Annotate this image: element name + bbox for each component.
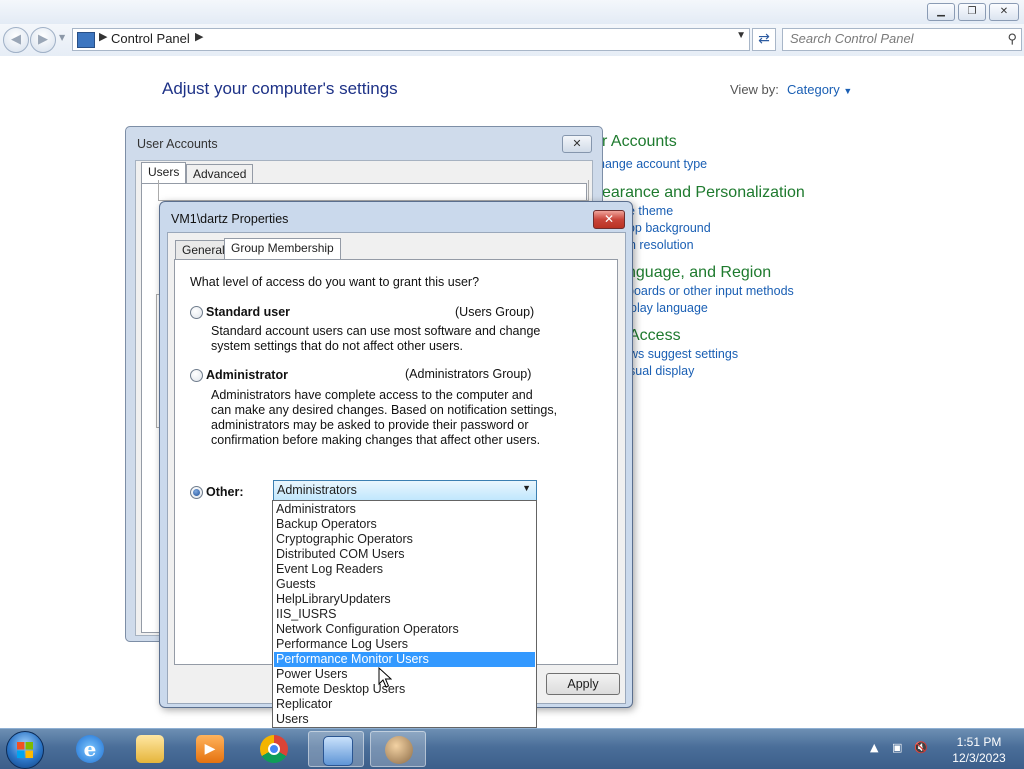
start-button[interactable] (6, 731, 44, 769)
dropdown-option[interactable]: Replicator (274, 697, 535, 712)
category-user-accounts[interactable]: r Accounts (602, 133, 677, 151)
taskbar-file-explorer[interactable] (122, 731, 178, 767)
taskbar: e ▶ ▲ ▣ 🔇 1:51 PM 12/3/2023 (0, 728, 1024, 769)
search-placeholder: Search Control Panel (790, 31, 914, 46)
users-group-label: (Users Group) (455, 305, 535, 319)
chevron-down-icon[interactable]: ▼ (843, 86, 852, 96)
media-player-icon: ▶ (196, 735, 224, 763)
restore-button[interactable]: ❐ (958, 3, 986, 21)
dropdown-option[interactable]: Power Users (274, 667, 535, 682)
administrator-desc-line: Administrators have complete access to t… (211, 388, 533, 402)
link-visual-display[interactable]: sual display (629, 364, 694, 378)
forward-button[interactable]: ▶ (30, 27, 56, 53)
link-display-language[interactable]: play language (630, 301, 708, 315)
address-dropdown-icon[interactable]: ▼ (736, 30, 746, 41)
network-icon[interactable]: ▣ (892, 741, 906, 755)
dropdown-option[interactable]: Users (274, 712, 535, 727)
dropdown-option[interactable]: Event Log Readers (274, 562, 535, 577)
users-frame (158, 180, 589, 201)
category-appearance[interactable]: earance and Personalization (602, 184, 805, 202)
back-button[interactable]: ◀ (3, 27, 29, 53)
dropdown-option[interactable]: Guests (274, 577, 535, 592)
dropdown-option[interactable]: Remote Desktop Users (274, 682, 535, 697)
refresh-button[interactable]: ⇄ (752, 28, 776, 51)
file-explorer-icon (136, 735, 164, 763)
dialog-title: VM1\dartz Properties (171, 212, 289, 226)
dialog-title: User Accounts (137, 137, 218, 151)
administrators-group-label: (Administrators Group) (405, 367, 532, 381)
access-question: What level of access do you want to gran… (190, 275, 480, 289)
dropdown-option[interactable]: Administrators (274, 502, 535, 517)
view-by-value[interactable]: Category (787, 82, 840, 97)
dropdown-option[interactable]: Network Configuration Operators (274, 622, 535, 637)
standard-user-label[interactable]: Standard user (206, 305, 290, 319)
chevron-down-icon[interactable]: ▼ (522, 483, 531, 493)
system-clock[interactable]: 1:51 PM 12/3/2023 (944, 734, 1014, 766)
taskbar-control-panel[interactable] (308, 731, 364, 767)
category-ease-of-access[interactable]: Access (629, 327, 681, 345)
user-accounts-icon (385, 736, 413, 764)
dropdown-option[interactable]: HelpLibraryUpdaters (274, 592, 535, 607)
view-by-dropdown[interactable]: Category ▼ (787, 82, 852, 97)
control-panel-icon (77, 32, 95, 48)
administrator-desc-line: confirmation before making changes that … (211, 433, 541, 447)
close-button[interactable]: ✕ (593, 210, 625, 229)
chevron-right-icon[interactable]: ▶ (195, 30, 203, 43)
taskbar-internet-explorer[interactable]: e (62, 731, 118, 767)
other-label[interactable]: Other: (206, 485, 244, 499)
control-panel-icon (323, 736, 353, 766)
close-button[interactable]: ✕ (989, 3, 1019, 21)
search-icon[interactable]: ⚲ (1007, 31, 1017, 47)
taskbar-chrome[interactable] (246, 731, 302, 767)
administrator-label[interactable]: Administrator (206, 368, 288, 382)
dropdown-option[interactable]: Backup Operators (274, 517, 535, 532)
apply-button[interactable]: Apply (546, 673, 620, 695)
taskbar-user-accounts[interactable] (370, 731, 426, 767)
clock-time: 1:51 PM (956, 735, 1002, 749)
breadcrumb-control-panel[interactable]: Control Panel (111, 31, 190, 46)
clock-date: 12/3/2023 (952, 751, 1006, 765)
standard-user-radio[interactable] (190, 306, 203, 319)
dropdown-option-highlighted[interactable]: Performance Monitor Users (274, 652, 535, 667)
dropdown-option[interactable]: IIS_IUSRS (274, 607, 535, 622)
recent-pages-icon[interactable]: ▼ (59, 33, 65, 42)
other-radio[interactable] (190, 486, 203, 499)
close-button[interactable]: ✕ (562, 135, 592, 153)
standard-user-desc-line: Standard account users can use most soft… (211, 324, 541, 338)
group-select-value: Administrators (277, 483, 357, 497)
administrator-desc-line: administrators may be asked to provide t… (211, 418, 529, 432)
dropdown-option[interactable]: Distributed COM Users (274, 547, 535, 562)
taskbar-media-player[interactable]: ▶ (182, 731, 238, 767)
group-select[interactable]: Administrators ▼ (273, 480, 537, 502)
minimize-button[interactable]: ▁ (927, 3, 955, 21)
link-change-theme[interactable]: e theme (628, 204, 673, 218)
windows-logo-icon (17, 742, 33, 758)
view-by-label: View by: (730, 82, 779, 97)
window-titlebar: ▁ ❐ ✕ (0, 0, 1024, 24)
administrator-desc-line: can make any desired changes. Based on n… (211, 403, 558, 417)
group-dropdown-list[interactable]: Administrators Backup Operators Cryptogr… (272, 500, 537, 728)
chrome-icon (260, 735, 288, 763)
link-keyboards-input[interactable]: boards or other input methods (627, 284, 794, 298)
dropdown-option[interactable]: Cryptographic Operators (274, 532, 535, 547)
link-change-account-type[interactable]: hange account type (598, 157, 707, 171)
address-bar[interactable]: ▶ Control Panel ▶ ▼ (72, 28, 750, 51)
volume-muted-icon[interactable]: 🔇 (914, 741, 928, 755)
dropdown-option[interactable]: Performance Log Users (274, 637, 535, 652)
category-clock-language-region[interactable]: nguage, and Region (627, 264, 771, 282)
show-hidden-icons-icon[interactable]: ▲ (870, 741, 884, 755)
standard-user-desc-line: system settings that do not affect other… (211, 339, 463, 353)
administrator-radio[interactable] (190, 369, 203, 382)
mouse-cursor-icon (378, 667, 392, 688)
chevron-right-icon[interactable]: ▶ (99, 30, 107, 43)
search-input[interactable]: Search Control Panel ⚲ (782, 28, 1022, 51)
internet-explorer-icon: e (76, 735, 104, 763)
address-bar-row: ◀ ▶ ▼ ▶ Control Panel ▶ ▼ ⇄ Search Contr… (0, 24, 1024, 56)
link-suggest-settings[interactable]: ws suggest settings (629, 347, 738, 361)
page-title: Adjust your computer's settings (162, 79, 398, 98)
